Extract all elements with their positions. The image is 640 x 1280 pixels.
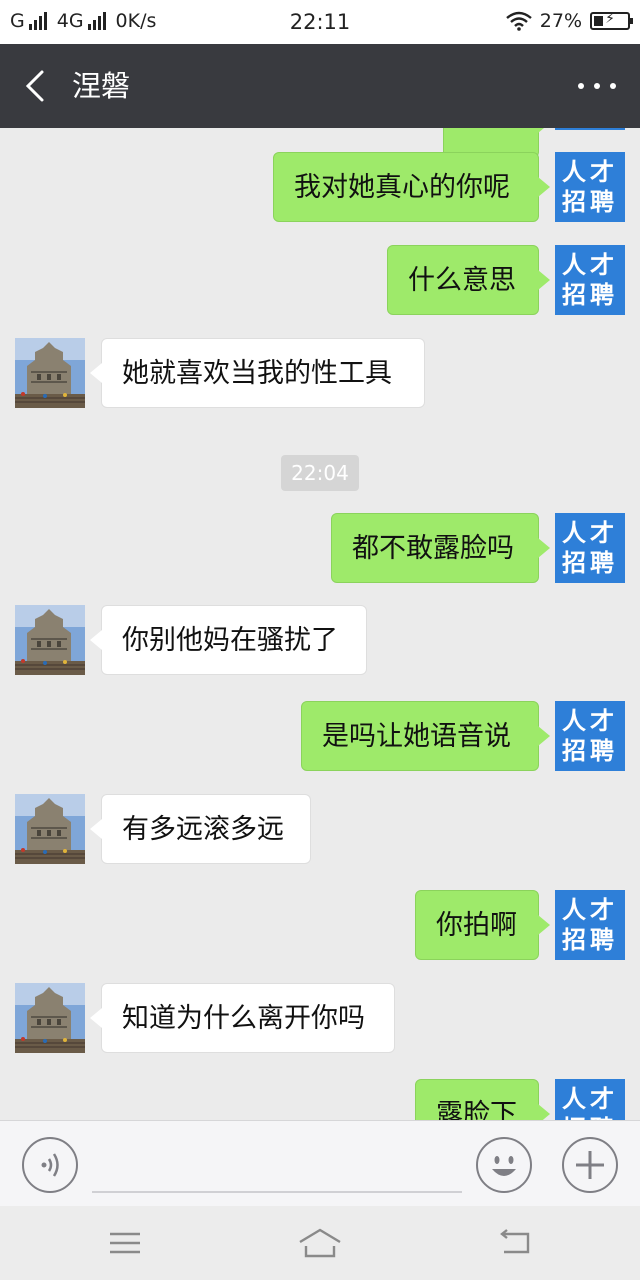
emoji-icon <box>492 1156 516 1176</box>
received-message-bubble[interactable]: 你别他妈在骚扰了 <box>90 605 367 675</box>
avatar-text-line: 人才 <box>562 158 618 186</box>
ruins-photo <box>15 605 85 675</box>
system-navigation-bar <box>0 1206 640 1280</box>
contact-avatar[interactable] <box>15 794 85 864</box>
bolt-icon: ⚡ <box>605 11 615 27</box>
sent-message-bubble[interactable]: 什么意思 <box>387 245 550 315</box>
avatar-text-line: 招聘 <box>562 926 618 954</box>
back-chevron-icon[interactable] <box>20 66 60 106</box>
menu-icon[interactable] <box>108 1230 142 1256</box>
title-bar: 涅磐 <box>0 44 640 128</box>
plus-icon <box>576 1151 604 1179</box>
sent-message-bubble[interactable]: 你拍啊 <box>415 890 550 960</box>
chat-history[interactable]: 我对她真心的你呢 人才 招聘 什么意思 人才 招聘 她就喜欢当我的性工具 22:04 都不敢露脸… <box>0 128 640 1120</box>
self-avatar[interactable]: 人才招聘 <box>555 245 625 315</box>
status-bar: G 4G 0K/s 22:11 27% ⚡ <box>0 0 640 44</box>
message-input[interactable] <box>92 1191 462 1193</box>
avatar-text-line: 招聘 <box>562 281 618 309</box>
avatar-text-line: 人才 <box>562 1085 618 1113</box>
more-dots-icon[interactable] <box>572 66 622 106</box>
voice-icon <box>41 1153 59 1177</box>
self-avatar[interactable] <box>555 128 625 130</box>
ruins-photo <box>15 794 85 864</box>
emoji-button[interactable] <box>476 1137 532 1193</box>
chat-title: 涅磐 <box>72 69 131 103</box>
self-avatar[interactable]: 人才招聘 <box>555 701 625 771</box>
home-icon[interactable] <box>298 1226 342 1260</box>
avatar-text-line: 招聘 <box>562 188 618 216</box>
avatar-text-line: 人才 <box>562 707 618 735</box>
contact-avatar[interactable] <box>15 983 85 1053</box>
sent-message-bubble[interactable]: 露脸下 <box>415 1079 550 1120</box>
self-avatar[interactable]: 人才招聘 <box>555 513 625 583</box>
self-avatar[interactable]: 人才招聘 <box>555 890 625 960</box>
self-avatar[interactable]: 人才招聘 <box>555 152 625 222</box>
received-message-bubble[interactable]: 她就喜欢当我的性工具 <box>90 338 425 408</box>
status-right: 27% ⚡ <box>505 10 633 32</box>
input-bar <box>0 1120 640 1206</box>
battery-charging-icon: ⚡ <box>590 11 633 30</box>
back-icon[interactable] <box>498 1228 532 1258</box>
sent-message-bubble[interactable]: 都不敢露脸吗 <box>331 513 550 583</box>
avatar-text-line: 人才 <box>562 896 618 924</box>
sent-message-bubble[interactable]: 是吗让她语音说 <box>301 701 550 771</box>
avatar-text-line: 人才 <box>562 251 618 279</box>
voice-button[interactable] <box>22 1137 78 1193</box>
wifi-icon <box>505 11 532 31</box>
avatar-text-line: 招聘 <box>562 549 618 577</box>
received-message-bubble[interactable]: 知道为什么离开你吗 <box>90 983 395 1053</box>
time-divider: 22:04 <box>281 455 359 491</box>
ruins-photo <box>15 338 85 408</box>
received-message-bubble[interactable]: 有多远滚多远 <box>90 794 311 864</box>
sent-message-bubble[interactable]: 我对她真心的你呢 <box>273 152 550 222</box>
more-functions-button[interactable] <box>562 1137 618 1193</box>
contact-avatar[interactable] <box>15 605 85 675</box>
avatar-text-line: 招聘 <box>562 737 618 765</box>
avatar-text-line: 人才 <box>562 519 618 547</box>
ruins-photo <box>15 983 85 1053</box>
battery-percent: 27% <box>539 10 582 32</box>
self-avatar[interactable]: 人才招聘 <box>555 1079 625 1120</box>
contact-avatar[interactable] <box>15 338 85 408</box>
